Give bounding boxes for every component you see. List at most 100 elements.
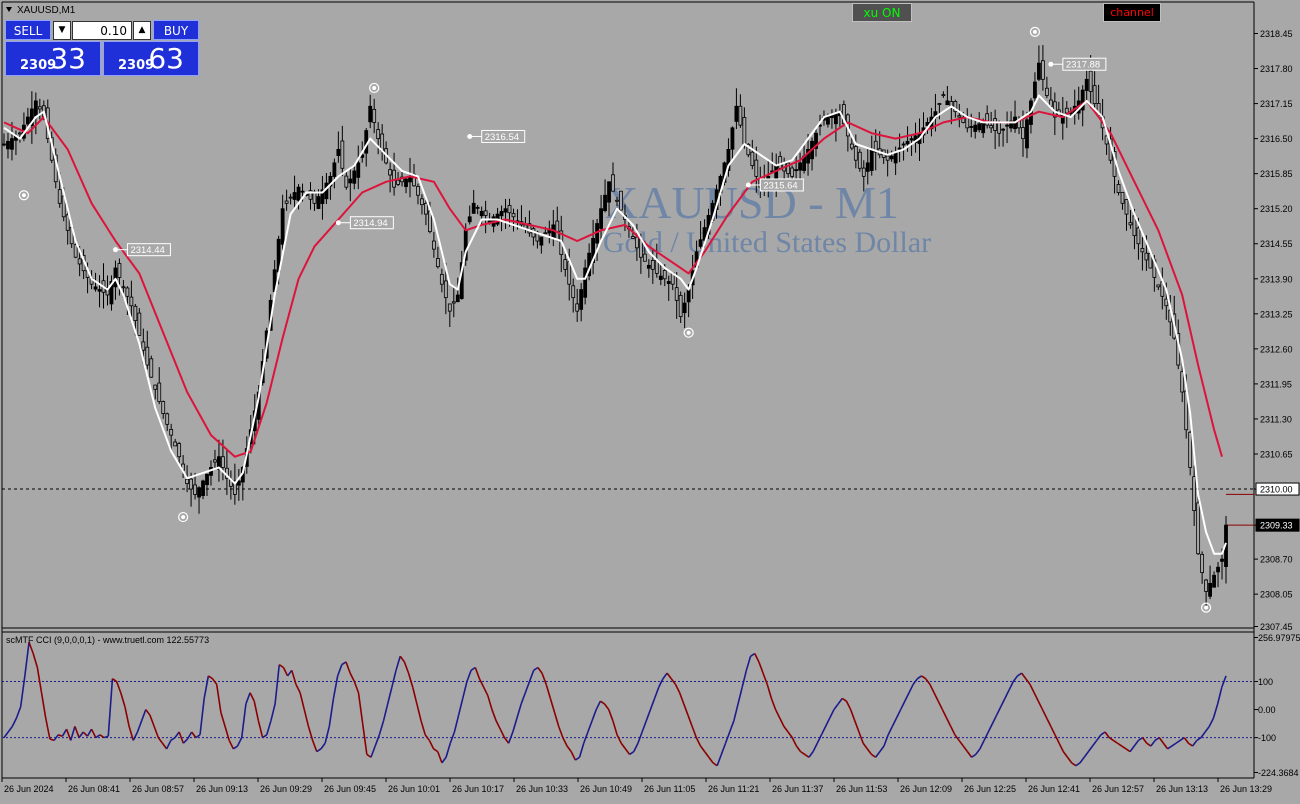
candle-body bbox=[133, 305, 138, 321]
candle-body bbox=[583, 267, 588, 298]
candle-body bbox=[499, 210, 504, 217]
candle-body bbox=[658, 275, 663, 280]
price-label-text: 2316.54 bbox=[485, 132, 519, 143]
time-tick-label: 26 Jun 2024 bbox=[4, 784, 54, 794]
candle-body bbox=[555, 220, 560, 241]
price-tick-label: 2315.85 bbox=[1260, 169, 1293, 179]
candle-body bbox=[296, 186, 301, 201]
candle-body bbox=[1044, 87, 1049, 96]
candle-body bbox=[1116, 184, 1121, 193]
candle-body bbox=[57, 189, 62, 204]
time-tick-label: 26 Jun 12:41 bbox=[1028, 784, 1080, 794]
cci-tick-label: -100 bbox=[1258, 733, 1276, 743]
candle-body bbox=[165, 413, 170, 425]
candle-body bbox=[6, 140, 10, 150]
candle-body bbox=[197, 487, 201, 498]
candle-body bbox=[1212, 574, 1216, 588]
candle-body bbox=[161, 401, 166, 414]
price-tick-label: 2313.25 bbox=[1260, 309, 1293, 319]
candle-body bbox=[201, 480, 205, 496]
buy-button[interactable]: BUY bbox=[153, 20, 199, 40]
candle-body bbox=[1128, 222, 1133, 226]
candle-body bbox=[213, 459, 217, 463]
candle-body bbox=[738, 105, 743, 126]
candle-body bbox=[977, 123, 982, 131]
time-tick-label: 26 Jun 10:17 bbox=[452, 784, 504, 794]
candle-body bbox=[344, 175, 349, 188]
time-tick-label: 26 Jun 08:57 bbox=[132, 784, 184, 794]
price-tick-label: 2310.00 bbox=[1260, 485, 1293, 495]
candle-body bbox=[575, 303, 580, 312]
candle-body bbox=[1216, 566, 1220, 573]
price-tick-label: 2309.33 bbox=[1260, 521, 1293, 531]
candle-body bbox=[1144, 252, 1149, 261]
price-tick-label: 2311.30 bbox=[1260, 414, 1292, 424]
candle-body bbox=[113, 267, 118, 288]
candle-body bbox=[475, 206, 480, 209]
bid-price-pips: 33 bbox=[50, 42, 86, 75]
candle-body bbox=[435, 258, 440, 268]
time-tick-label: 26 Jun 10:01 bbox=[388, 784, 440, 794]
candle-body bbox=[511, 213, 516, 218]
cci-tick-label: 0.00 bbox=[1258, 705, 1276, 715]
chart-window[interactable]: XAUUSD - M1 Gold / United States Dollar … bbox=[0, 0, 1300, 800]
price-tick-label: 2318.45 bbox=[1260, 29, 1293, 39]
swing-marker-dot bbox=[686, 330, 691, 335]
candle-body bbox=[1084, 78, 1089, 91]
candle-body bbox=[336, 149, 341, 156]
candle-body bbox=[129, 296, 134, 307]
candle-body bbox=[901, 143, 906, 146]
price-tick-label: 2314.55 bbox=[1260, 239, 1293, 249]
bid-price-display[interactable]: 2309 33 bbox=[5, 41, 101, 76]
candle-body bbox=[1156, 284, 1161, 288]
candle-body bbox=[439, 274, 444, 285]
candle-body bbox=[941, 94, 946, 97]
candle-body bbox=[853, 146, 858, 161]
chart-background bbox=[0, 0, 1300, 800]
xu-on-button[interactable]: xu ON bbox=[852, 3, 912, 22]
time-tick-label: 26 Jun 13:13 bbox=[1156, 784, 1208, 794]
ask-price-pips: 63 bbox=[148, 42, 184, 75]
lot-decrease-button[interactable]: ▼ bbox=[53, 21, 71, 40]
candle-body bbox=[1136, 227, 1141, 245]
candle-body bbox=[447, 303, 452, 312]
candle-body bbox=[193, 484, 197, 495]
time-tick-label: 26 Jun 12:57 bbox=[1092, 784, 1144, 794]
candle-body bbox=[615, 199, 619, 202]
candle-body bbox=[678, 295, 683, 317]
candle-body bbox=[121, 286, 126, 289]
candle-body bbox=[897, 147, 902, 150]
candle-body bbox=[611, 174, 615, 192]
time-tick-label: 26 Jun 08:41 bbox=[68, 784, 120, 794]
price-tick-label: 2308.70 bbox=[1260, 555, 1293, 565]
candle-body bbox=[340, 140, 345, 169]
candle-body bbox=[1001, 128, 1005, 131]
channel-button[interactable]: channel bbox=[1103, 3, 1161, 22]
candle-body bbox=[631, 236, 635, 239]
candle-body bbox=[1120, 191, 1125, 204]
chart-canvas[interactable]: XAUUSD - M1 Gold / United States Dollar … bbox=[0, 0, 1300, 800]
swing-marker-dot bbox=[1204, 605, 1209, 610]
candle-body bbox=[125, 287, 130, 297]
candle-body bbox=[563, 259, 568, 270]
cci-tick-label: 100 bbox=[1258, 677, 1273, 687]
ask-price-display[interactable]: 2309 63 bbox=[103, 41, 199, 76]
candle-body bbox=[33, 100, 38, 117]
candle-body bbox=[332, 162, 337, 177]
candle-body bbox=[1037, 62, 1041, 80]
candle-body bbox=[865, 162, 870, 172]
candle-body bbox=[392, 169, 396, 188]
candle-body bbox=[471, 202, 476, 214]
sell-button[interactable]: SELL bbox=[5, 20, 51, 40]
lot-size-input[interactable]: 0.10 bbox=[72, 21, 132, 40]
candle-body bbox=[571, 285, 576, 299]
price-label-text: 2317.88 bbox=[1066, 60, 1100, 71]
time-tick-label: 26 Jun 09:45 bbox=[324, 784, 376, 794]
price-tick-label: 2312.60 bbox=[1260, 344, 1293, 354]
price-label-text: 2314.44 bbox=[130, 245, 164, 256]
price-tick-label: 2317.15 bbox=[1260, 99, 1293, 109]
candle-body bbox=[145, 346, 150, 366]
candle-body bbox=[754, 159, 759, 177]
price-label-text: 2314.94 bbox=[353, 218, 387, 229]
lot-increase-button[interactable]: ▲ bbox=[133, 21, 151, 40]
